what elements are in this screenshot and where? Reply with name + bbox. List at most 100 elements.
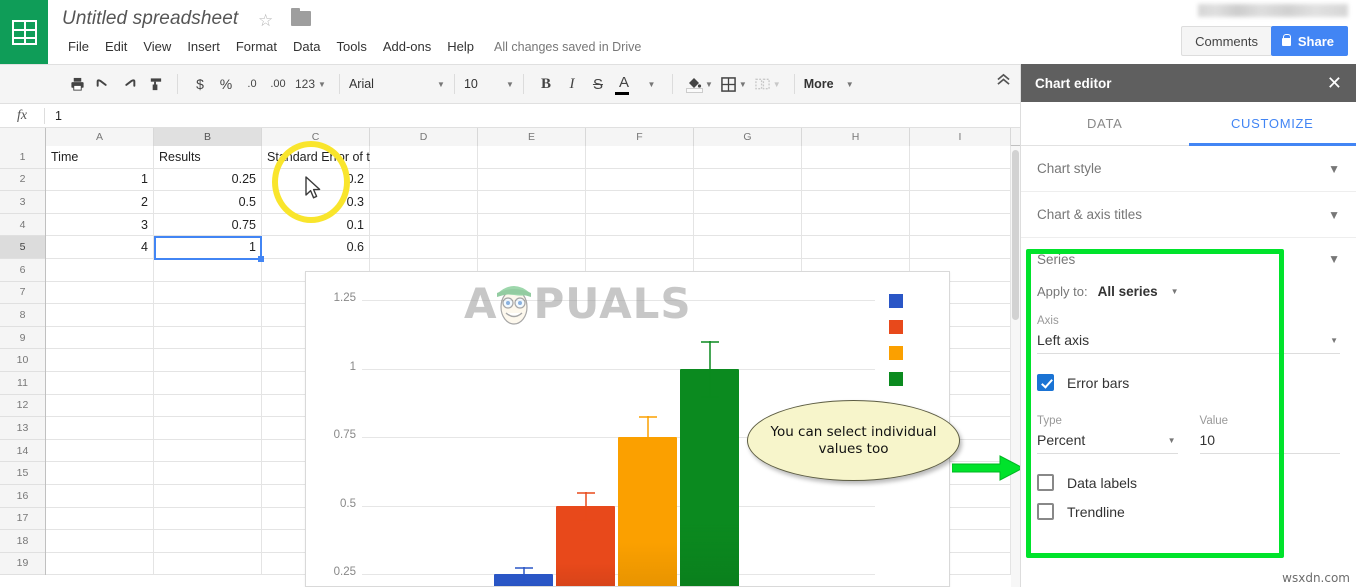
row-header-18[interactable]: 18	[0, 530, 45, 553]
percent-format-button[interactable]: %	[213, 71, 239, 97]
data-labels-checkbox-row[interactable]: Data labels	[1037, 474, 1340, 491]
cell-G5[interactable]	[694, 236, 802, 259]
cell-A9[interactable]	[46, 326, 154, 350]
chart-legend-swatch[interactable]	[889, 320, 903, 334]
chevron-down-icon[interactable]: ▼	[1171, 287, 1179, 296]
number-format-button[interactable]: 123 ▼	[291, 71, 330, 97]
cell-A15[interactable]	[46, 462, 154, 485]
cell-B5[interactable]: 1	[154, 236, 262, 259]
cell-B17[interactable]	[154, 507, 262, 531]
cell-E1[interactable]	[478, 146, 586, 169]
cell-I2[interactable]	[910, 168, 1011, 192]
print-button[interactable]	[64, 71, 90, 97]
section-series[interactable]: Series ▼	[1021, 238, 1356, 280]
column-header-c[interactable]: C	[262, 128, 370, 146]
paint-format-button[interactable]	[142, 71, 168, 97]
decrease-decimal-button[interactable]: .0	[239, 71, 265, 97]
menu-item-data[interactable]: Data	[285, 36, 328, 57]
row-header-12[interactable]: 12	[0, 394, 45, 418]
apply-to-value[interactable]: All series	[1098, 284, 1158, 299]
cell-D1[interactable]	[370, 146, 478, 169]
share-button[interactable]: Share	[1270, 26, 1348, 56]
cell-C1[interactable]: Standard Error of the Mean	[262, 146, 418, 169]
column-header-b[interactable]: B	[154, 128, 262, 146]
cell-H4[interactable]	[802, 213, 910, 237]
cell-C3[interactable]: 0.3	[262, 191, 370, 214]
undo-button[interactable]	[90, 71, 116, 97]
cell-I5[interactable]	[910, 236, 1011, 259]
column-header-g[interactable]: G	[694, 128, 802, 146]
select-all-corner[interactable]	[0, 128, 46, 146]
row-header-9[interactable]: 9	[0, 326, 45, 350]
cell-A1[interactable]: Time	[46, 146, 154, 169]
error-bars-checkbox-row[interactable]: Error bars	[1037, 374, 1340, 391]
chart-legend-swatch[interactable]	[889, 372, 903, 386]
cell-G2[interactable]	[694, 168, 802, 192]
font-size-select[interactable]: 10 ▼	[458, 71, 520, 97]
row-header-8[interactable]: 8	[0, 304, 45, 327]
cell-A13[interactable]	[46, 417, 154, 440]
cell-I4[interactable]	[910, 213, 1011, 237]
cell-E5[interactable]	[478, 236, 586, 259]
data-labels-checkbox[interactable]	[1037, 474, 1054, 491]
error-bars-checkbox[interactable]	[1037, 374, 1054, 391]
axis-select[interactable]: Left axis ▼	[1037, 329, 1340, 354]
cell-B10[interactable]	[154, 349, 262, 372]
cell-E2[interactable]	[478, 168, 586, 192]
cell-G4[interactable]	[694, 213, 802, 237]
strikethrough-button[interactable]: S	[585, 71, 611, 97]
cell-C2[interactable]: 0.2	[262, 168, 370, 192]
cell-A18[interactable]	[46, 530, 154, 553]
more-options-button[interactable]: More ▼	[798, 71, 860, 97]
cell-A5[interactable]: 4	[46, 236, 154, 259]
menu-item-tools[interactable]: Tools	[328, 36, 374, 57]
cell-G3[interactable]	[694, 191, 802, 214]
cell-A14[interactable]	[46, 439, 154, 463]
trendline-checkbox[interactable]	[1037, 503, 1054, 520]
row-header-19[interactable]: 19	[0, 552, 45, 576]
cell-A19[interactable]	[46, 552, 154, 576]
cell-D5[interactable]	[370, 236, 478, 259]
cell-B15[interactable]	[154, 462, 262, 485]
cell-I3[interactable]	[910, 191, 1011, 214]
redo-button[interactable]	[116, 71, 142, 97]
cell-B19[interactable]	[154, 552, 262, 576]
cell-B12[interactable]	[154, 394, 262, 418]
cell-B2[interactable]: 0.25	[154, 168, 262, 192]
column-header-i[interactable]: I	[910, 128, 1011, 146]
text-color-dropdown[interactable]: ▼	[637, 71, 663, 97]
chart-legend-swatch[interactable]	[889, 294, 903, 308]
cell-B9[interactable]	[154, 326, 262, 350]
cell-B3[interactable]: 0.5	[154, 191, 262, 214]
cell-D2[interactable]	[370, 168, 478, 192]
cell-F2[interactable]	[586, 168, 694, 192]
cell-B1[interactable]: Results	[154, 146, 262, 169]
cell-B8[interactable]	[154, 304, 262, 327]
row-header-14[interactable]: 14	[0, 439, 45, 463]
cell-G1[interactable]	[694, 146, 802, 169]
row-header-10[interactable]: 10	[0, 349, 45, 372]
cell-A3[interactable]: 2	[46, 191, 154, 214]
menu-item-help[interactable]: Help	[439, 36, 482, 57]
cell-D4[interactable]	[370, 213, 478, 237]
cell-B16[interactable]	[154, 485, 262, 508]
cell-H3[interactable]	[802, 191, 910, 214]
error-bar-value-input[interactable]: 10	[1199, 429, 1340, 454]
row-header-3[interactable]: 3	[0, 191, 45, 214]
cell-D3[interactable]	[370, 191, 478, 214]
row-header-6[interactable]: 6	[0, 258, 45, 282]
document-title[interactable]: Untitled spreadsheet	[62, 8, 238, 30]
row-header-13[interactable]: 13	[0, 417, 45, 440]
cell-A2[interactable]: 1	[46, 168, 154, 192]
cell-E3[interactable]	[478, 191, 586, 214]
font-family-select[interactable]: Arial ▼	[343, 71, 451, 97]
tab-customize[interactable]: CUSTOMIZE	[1188, 102, 1356, 146]
comments-button[interactable]: Comments	[1181, 26, 1272, 56]
row-header-5[interactable]: 5	[0, 236, 45, 259]
text-color-button[interactable]: A	[611, 71, 637, 97]
increase-decimal-button[interactable]: .00	[265, 71, 291, 97]
error-bar-type-select[interactable]: Percent ▼	[1037, 429, 1178, 454]
menu-item-file[interactable]: File	[60, 36, 97, 57]
sheets-logo[interactable]	[0, 0, 48, 64]
column-header-h[interactable]: H	[802, 128, 910, 146]
